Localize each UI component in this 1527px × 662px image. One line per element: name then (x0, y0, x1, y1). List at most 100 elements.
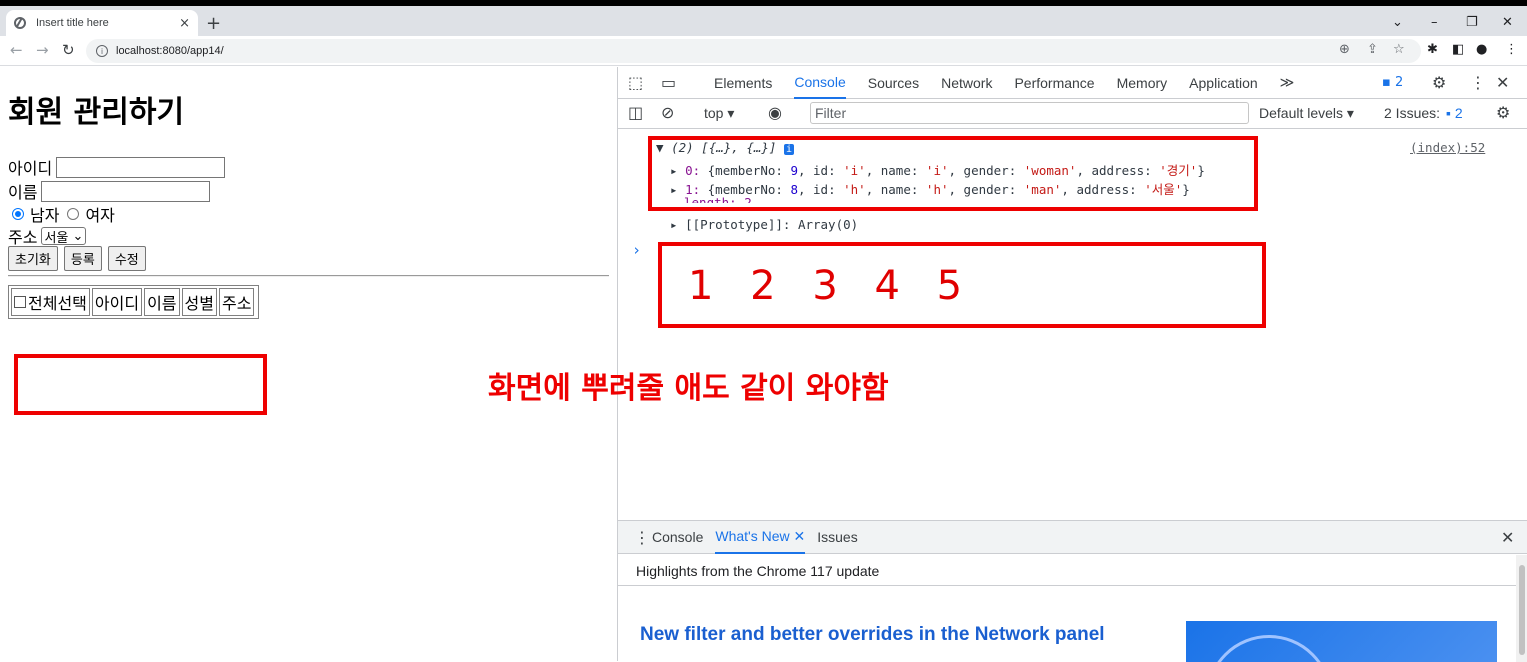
header-gender: 성별 (181, 288, 217, 316)
name-label: 이름 (8, 183, 38, 202)
select-all-checkbox[interactable] (14, 296, 26, 308)
gender-male-radio[interactable] (12, 208, 24, 220)
chevron-down-icon: ⌄ (68, 228, 84, 244)
member-table-header: 전체선택 아이디 이름 성별 주소 (8, 285, 260, 319)
tab-memory[interactable]: Memory (1117, 67, 1168, 99)
devtools-tabbar: ⬚ ▭ Elements Console Sources Network Per… (618, 67, 1527, 99)
id-row: 아이디 (8, 155, 226, 179)
devtools-drawer: ⋮ Console What's New ✕ Issues ✕ Highligh… (618, 520, 1527, 662)
settings-gear-icon[interactable]: ⚙ (1432, 73, 1446, 92)
close-devtools-icon[interactable]: ✕ (1496, 73, 1509, 92)
eye-icon[interactable]: ◉ (768, 103, 782, 122)
globe-icon (14, 17, 26, 29)
reload-icon[interactable]: ↻ (62, 41, 75, 59)
drawer-tab-whats-new[interactable]: What's New ✕ (715, 521, 806, 554)
whats-new-image (1186, 621, 1497, 662)
drawer-tab-issues[interactable]: Issues (817, 521, 857, 554)
bookmark-star-icon[interactable]: ☆ (1393, 42, 1405, 57)
url-text: localhost:8080/app14/ (116, 45, 224, 57)
select-all-label: 전체선택 (28, 294, 87, 313)
context-value: top (704, 105, 724, 121)
close-window-button[interactable]: ✕ (1502, 15, 1513, 30)
address-label: 주소 (8, 228, 38, 247)
address-select-value: 서울 (44, 230, 69, 246)
register-button[interactable]: 등록 (63, 246, 102, 271)
info-icon[interactable]: i (96, 45, 108, 57)
console-filter-input[interactable]: Filter (810, 102, 1249, 124)
console-prompt[interactable]: › (632, 241, 641, 259)
tab-network[interactable]: Network (941, 67, 992, 99)
gender-row: 남자 여자 (8, 202, 115, 226)
inspect-element-icon[interactable]: ⬚ (628, 73, 643, 92)
console-settings-icon[interactable]: ⚙ (1496, 103, 1510, 122)
device-toolbar-icon[interactable]: ▭ (661, 73, 676, 92)
profile-avatar-icon[interactable]: ● (1476, 42, 1487, 57)
issues-label[interactable]: 2 Issues: (1384, 105, 1440, 121)
issues-count-value: 2 (1454, 105, 1463, 121)
console-output: ▼ (2) [{…}, {…}] i (index):52 ▸ 0: {memb… (618, 129, 1527, 519)
address-row: 주소 서울 ⌄ (8, 224, 87, 248)
edit-button[interactable]: 수정 (107, 246, 146, 271)
drawer-tabbar: ⋮ Console What's New ✕ Issues ✕ (618, 521, 1527, 554)
browser-tab[interactable]: Insert title here × (6, 10, 198, 36)
new-tab-button[interactable]: + (206, 13, 221, 34)
prototype-text: [[Prototype]]: Array(0) (685, 217, 859, 232)
divider (8, 275, 609, 277)
share-icon[interactable]: ⇪ (1367, 42, 1378, 57)
zoom-icon[interactable]: ⊕ (1339, 42, 1350, 57)
id-input[interactable] (56, 156, 226, 178)
issues-badge-count: 2 (1394, 75, 1404, 90)
extensions-icon[interactable]: ✱ (1427, 42, 1438, 57)
tab-application[interactable]: Application (1189, 67, 1258, 99)
devtools-menu-icon[interactable]: ⋮ (1470, 73, 1486, 92)
clear-console-icon[interactable]: ⊘ (661, 103, 674, 122)
source-link[interactable]: (index):52 (1410, 140, 1485, 155)
tab-title: Insert title here (36, 17, 109, 29)
side-panel-icon[interactable]: ◧ (1452, 42, 1464, 57)
reset-button[interactable]: 초기화 (8, 246, 58, 271)
context-selector[interactable]: top ▾ (704, 105, 734, 122)
drawer-separator (618, 585, 1516, 586)
drawer-scrollbar[interactable] (1516, 555, 1527, 662)
gender-female-radio[interactable] (67, 208, 80, 220)
address-bar-row: ← → ↻ i localhost:8080/app14/ ⊕ ⇪ ☆ ✱ ◧ … (0, 36, 1527, 66)
address-select[interactable]: 서울 ⌄ (41, 227, 87, 246)
back-arrow-icon[interactable]: ← (10, 41, 23, 59)
issues-count[interactable]: ▪ 2 (1446, 105, 1463, 121)
issues-badge[interactable]: ▪ 2 (1382, 75, 1403, 90)
array-prototype[interactable]: ▸ [[Prototype]]: Array(0) (670, 217, 858, 232)
drawer-menu-icon[interactable]: ⋮ (634, 528, 652, 547)
tab-strip: Insert title here × + ⌄ – ❐ ✕ (0, 6, 1527, 36)
page-title: 회원 관리하기 (8, 95, 185, 130)
header-name: 이름 (144, 288, 180, 316)
highlights-text: Highlights from the Chrome 117 update (636, 563, 880, 579)
tab-elements[interactable]: Elements (714, 67, 772, 99)
select-all-header[interactable]: 전체선택 (11, 288, 90, 316)
name-row: 이름 (8, 179, 211, 203)
name-input[interactable] (41, 180, 211, 202)
minimize-button[interactable]: – (1431, 15, 1438, 30)
tab-close-icon[interactable]: × (179, 16, 190, 31)
tab-console[interactable]: Console (794, 67, 846, 99)
close-drawer-icon[interactable]: ✕ (1501, 528, 1514, 547)
message-icon: ▪ (1382, 75, 1391, 90)
more-tabs-icon[interactable]: ≫ (1280, 67, 1295, 99)
console-toolbar: ◫ ⊘ top ▾ ◉ Filter Default levels ▾ 2 Is… (618, 99, 1527, 129)
close-tab-icon[interactable]: ✕ (794, 528, 806, 545)
sidebar-toggle-icon[interactable]: ◫ (628, 103, 643, 122)
forward-arrow-icon[interactable]: → (36, 41, 49, 59)
menu-kebab-icon[interactable]: ⋮ (1505, 42, 1518, 57)
restore-button[interactable]: ❐ (1466, 15, 1478, 30)
address-bar[interactable]: i localhost:8080/app14/ ⊕ ⇪ ☆ (86, 39, 1421, 63)
tab-performance[interactable]: Performance (1014, 67, 1094, 99)
gender-male-label: 남자 (30, 206, 60, 225)
header-id: 아이디 (91, 288, 143, 316)
drawer-tab-console[interactable]: Console (652, 521, 703, 554)
id-label: 아이디 (8, 159, 53, 178)
tab-search-icon[interactable]: ⌄ (1392, 15, 1403, 30)
whats-new-headline[interactable]: New filter and better overrides in the N… (640, 624, 1105, 646)
annotation-numbers: 1 2 3 4 5 (688, 263, 975, 309)
whats-new-label: What's New (715, 528, 790, 544)
log-levels-dropdown[interactable]: Default levels ▾ (1259, 105, 1354, 122)
tab-sources[interactable]: Sources (868, 67, 919, 99)
